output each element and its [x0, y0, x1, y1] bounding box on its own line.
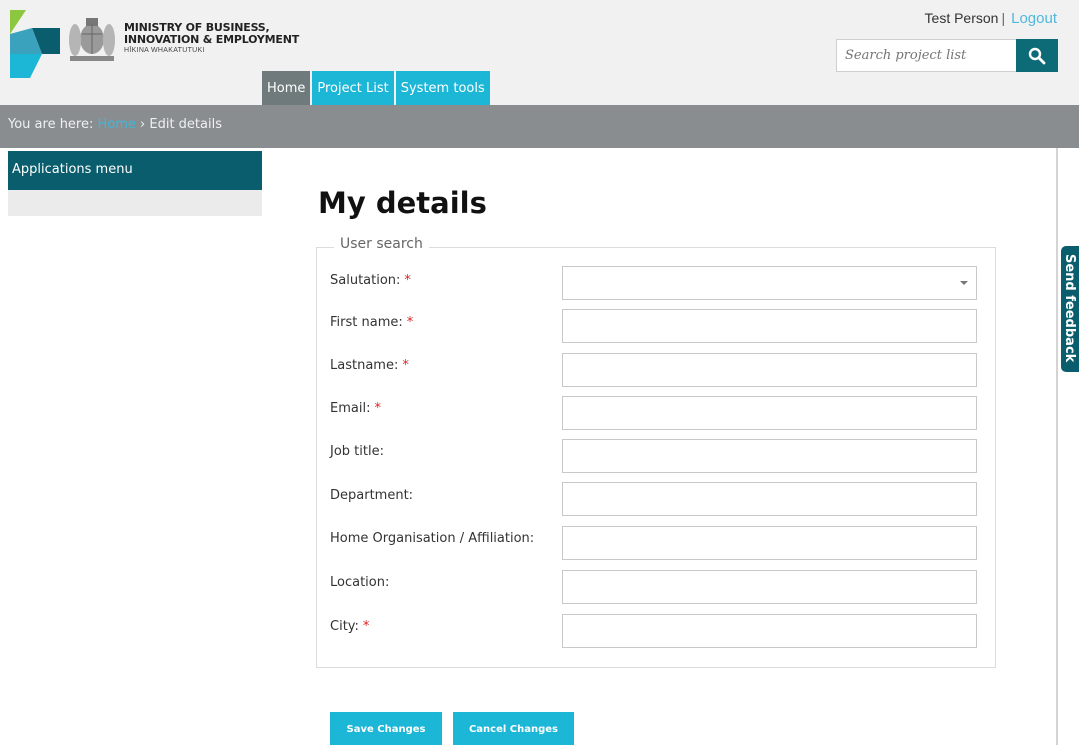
breadcrumb-home-link[interactable]: Home	[98, 117, 136, 132]
search-button[interactable]	[1016, 39, 1058, 72]
ministry-subtitle: HĪKINA WHAKATUTUKI	[124, 47, 205, 54]
save-changes-button[interactable]: Save Changes	[330, 712, 442, 745]
lastname-label: Lastname: *	[330, 358, 409, 373]
job-title-label: Job title:	[330, 444, 384, 459]
user-area: Test Person | Logout	[925, 10, 1057, 27]
user-separator: |	[1001, 10, 1006, 26]
first-name-field[interactable]	[562, 309, 977, 343]
page-title: My details	[318, 186, 487, 220]
location-label: Location:	[330, 575, 390, 590]
search-icon	[1028, 47, 1046, 64]
required-marker: *	[402, 358, 409, 373]
coat-of-arms-icon	[69, 18, 115, 61]
email-field[interactable]	[562, 396, 977, 430]
send-feedback-label: Send feedback	[1062, 254, 1077, 363]
first-name-label: First name: *	[330, 315, 413, 330]
ministry-name: MINISTRY OF BUSINESS, INNOVATION & EMPLO…	[124, 22, 299, 46]
ministry-name-line2: INNOVATION & EMPLOYMENT	[124, 33, 300, 46]
city-field[interactable]	[562, 614, 977, 648]
home-organisation-label: Home Organisation / Affiliation:	[330, 531, 535, 546]
breadcrumb-current: Edit details	[149, 117, 222, 132]
email-label: Email: *	[330, 401, 381, 416]
department-label: Department:	[330, 488, 414, 503]
tab-system-tools[interactable]: System tools	[395, 71, 490, 105]
site-header: MINISTRY OF BUSINESS, INNOVATION & EMPLO…	[0, 0, 1079, 105]
city-label: City: *	[330, 619, 369, 634]
location-field[interactable]	[562, 570, 977, 604]
search-input[interactable]	[836, 39, 1016, 72]
salutation-label-text: Salutation:	[330, 273, 401, 288]
lastname-field[interactable]	[562, 353, 977, 387]
tab-project-list[interactable]: Project List	[312, 71, 394, 105]
fieldset-legend: User search	[334, 236, 429, 252]
cancel-changes-button[interactable]: Cancel Changes	[453, 712, 574, 745]
required-marker: *	[374, 401, 381, 416]
city-label-text: City:	[330, 619, 359, 634]
sidebar-menu-body	[8, 190, 262, 216]
breadcrumb-separator: ›	[135, 117, 150, 132]
job-title-field[interactable]	[562, 439, 977, 473]
required-marker: *	[362, 619, 370, 634]
mbie-logo-icon	[10, 10, 60, 78]
first-name-label-text: First name:	[330, 315, 403, 330]
email-label-text: Email:	[330, 401, 371, 416]
salutation-select[interactable]	[562, 266, 977, 300]
home-organisation-field[interactable]	[562, 526, 977, 560]
applications-menu-button[interactable]: Applications menu	[8, 151, 262, 190]
department-field[interactable]	[562, 482, 977, 516]
send-feedback-tab[interactable]: Send feedback	[1061, 246, 1079, 372]
required-marker: *	[404, 273, 411, 288]
salutation-label: Salutation: *	[330, 273, 411, 288]
breadcrumb-prefix: You are here:	[8, 117, 98, 132]
main-nav: Home Project List System tools	[262, 71, 492, 105]
required-marker: *	[406, 315, 414, 330]
project-search	[836, 39, 1058, 72]
logout-link[interactable]: Logout	[1011, 10, 1057, 27]
lastname-label-text: Lastname:	[330, 358, 399, 373]
dropdown-arrow-icon	[960, 281, 968, 285]
tab-home[interactable]: Home	[262, 71, 311, 105]
user-name: Test Person	[924, 10, 999, 26]
breadcrumb: You are here: Home › Edit details	[8, 117, 222, 132]
breadcrumb-bar: You are here: Home › Edit details	[0, 105, 1079, 148]
